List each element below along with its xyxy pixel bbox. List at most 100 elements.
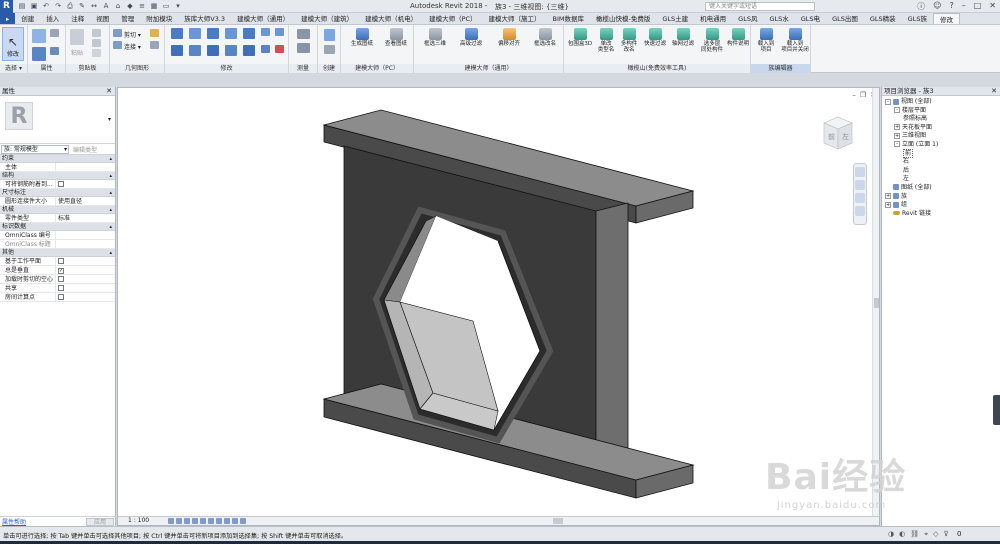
align-offset-button[interactable]: 偏移对齐: [492, 28, 526, 47]
expand-icon[interactable]: +: [885, 201, 891, 208]
tab-1[interactable]: 插入: [40, 13, 65, 24]
close-properties-icon[interactable]: ✕: [106, 87, 112, 96]
tab-0[interactable]: 创建: [15, 13, 40, 24]
view-drawing-button[interactable]: 查看图纸: [381, 28, 411, 47]
filter3d-button[interactable]: 框选三维: [418, 28, 452, 47]
tab-20[interactable]: GLS精装: [864, 13, 902, 24]
rotate-icon[interactable]: [207, 45, 219, 56]
prop-section[interactable]: 约束 ▴: [0, 155, 115, 163]
paste-icon[interactable]: [70, 29, 84, 45]
mirror-draw-icon[interactable]: [225, 28, 237, 39]
browser-node[interactable]: 前: [882, 148, 1000, 159]
view-scale[interactable]: 1 : 100: [128, 517, 149, 525]
select-face-icon[interactable]: ◇: [933, 530, 938, 539]
prop-section[interactable]: 其他 ▴: [0, 249, 115, 257]
tab-6[interactable]: 族库大师V3.3: [178, 13, 231, 24]
prop-value[interactable]: [56, 231, 115, 239]
delete-icon[interactable]: [275, 45, 284, 53]
browser-node[interactable]: 参照标高: [882, 115, 1000, 124]
tab-16[interactable]: GLS风: [732, 13, 763, 24]
tab-file[interactable]: ▸: [0, 13, 16, 24]
array-icon[interactable]: [243, 45, 255, 56]
vertical-scrollbar[interactable]: [872, 88, 879, 518]
prop-checkbox[interactable]: ✓: [58, 268, 64, 274]
user-icon[interactable]: ☺: [933, 1, 941, 12]
browser-node[interactable]: 左: [882, 175, 1000, 184]
prop-value[interactable]: ✓: [56, 266, 115, 274]
prop-checkbox[interactable]: [58, 294, 64, 300]
design-options-icon[interactable]: ◐: [899, 530, 905, 539]
shadows-icon[interactable]: [192, 518, 198, 524]
browser-node[interactable]: 右: [882, 158, 1000, 167]
properties-help-link[interactable]: 属性帮助: [2, 517, 26, 526]
family-category-icon[interactable]: [50, 47, 59, 55]
expand-icon[interactable]: +: [894, 132, 900, 139]
browser-node[interactable]: 图纸 (全部): [882, 184, 1000, 193]
orbit-icon[interactable]: [855, 206, 865, 216]
type-properties-icon[interactable]: [50, 29, 59, 37]
type-selector[interactable]: R ▾: [0, 96, 115, 144]
cope-icon[interactable]: [113, 29, 122, 37]
prop-value[interactable]: 使用直径: [56, 197, 115, 205]
pan-icon[interactable]: [855, 193, 865, 203]
prop-checkbox[interactable]: [58, 285, 64, 291]
tab-5[interactable]: 附加模块: [140, 13, 178, 24]
redo-icon[interactable]: ↷: [53, 2, 63, 11]
multi-rename-button[interactable]: 多构件 改名: [617, 28, 641, 53]
sun-path-icon[interactable]: [184, 518, 190, 524]
rename-button[interactable]: 框选改名: [528, 28, 562, 47]
collapse-icon[interactable]: -: [885, 98, 891, 105]
tab-18[interactable]: GLS电: [795, 13, 826, 24]
create-similar-icon[interactable]: [324, 45, 335, 54]
close-browser-icon[interactable]: ✕: [991, 87, 997, 96]
customize-qat-icon[interactable]: ▾: [173, 2, 183, 11]
family-types-icon[interactable]: [32, 47, 46, 61]
prop-value[interactable]: [56, 180, 115, 188]
viewcube-icon[interactable]: 前 左: [818, 113, 858, 153]
maximize-icon[interactable]: □: [974, 1, 982, 12]
expand-icon[interactable]: +: [894, 124, 900, 131]
properties-icon[interactable]: [32, 29, 46, 43]
side-dock-tab[interactable]: [993, 395, 1000, 425]
browser-node[interactable]: Revit 链接: [882, 210, 1000, 219]
lock-view-icon[interactable]: [224, 518, 230, 524]
prop-value[interactable]: 标准: [56, 214, 115, 222]
tab-13[interactable]: 橄榄山快模-免费版: [590, 13, 656, 24]
prop-value[interactable]: [56, 293, 115, 301]
steering-wheel-icon[interactable]: [855, 167, 865, 177]
cut-label[interactable]: 剪切 ▾: [124, 30, 141, 39]
text-icon[interactable]: A: [101, 2, 111, 11]
offset-icon[interactable]: [189, 28, 201, 39]
align-icon[interactable]: [171, 28, 183, 39]
collapse-icon[interactable]: -: [894, 141, 900, 148]
dimension-icon[interactable]: ↔: [89, 2, 99, 11]
prop-value[interactable]: [56, 240, 115, 248]
gen-drawing-button[interactable]: 生成图纸: [347, 28, 377, 47]
edit-type-button[interactable]: 编辑类型: [73, 145, 97, 154]
browser-node[interactable]: - 楼层平面: [882, 107, 1000, 116]
browser-node[interactable]: - 视图 (全部): [882, 98, 1000, 107]
minimize-icon[interactable]: –: [962, 1, 966, 12]
collapse-icon[interactable]: ▴: [109, 189, 112, 197]
paint-icon[interactable]: [150, 41, 159, 49]
tab-4[interactable]: 管理: [115, 13, 140, 24]
collapse-icon[interactable]: ▴: [109, 249, 112, 257]
expand-icon[interactable]: +: [885, 193, 891, 200]
browser-node[interactable]: 后: [882, 167, 1000, 176]
view-3d[interactable]: – ❐ ✕: [117, 87, 880, 526]
prop-section[interactable]: 尺寸标注 ▴: [0, 189, 115, 197]
tab-8[interactable]: 建模大师（建筑）: [295, 13, 359, 24]
type-dropdown-icon[interactable]: ▾: [108, 116, 111, 123]
close-icon[interactable]: ✕: [989, 1, 996, 12]
tab-modify[interactable]: 修改: [932, 13, 960, 24]
search-input[interactable]: 键入关键字或短语: [705, 2, 815, 11]
scroll-thumb[interactable]: [874, 298, 879, 308]
change-type-button[interactable]: 单改 类型名: [595, 28, 617, 53]
visual-style-icon[interactable]: [176, 518, 182, 524]
prop-section[interactable]: 结构 ▴: [0, 172, 115, 180]
section-icon[interactable]: ◆: [125, 2, 135, 11]
cut-clip-icon[interactable]: [92, 29, 101, 37]
tab-10[interactable]: 建模大师（PC）: [423, 13, 482, 24]
select-links-icon[interactable]: ⛓: [910, 530, 919, 539]
collapse-icon[interactable]: ▴: [109, 206, 112, 214]
